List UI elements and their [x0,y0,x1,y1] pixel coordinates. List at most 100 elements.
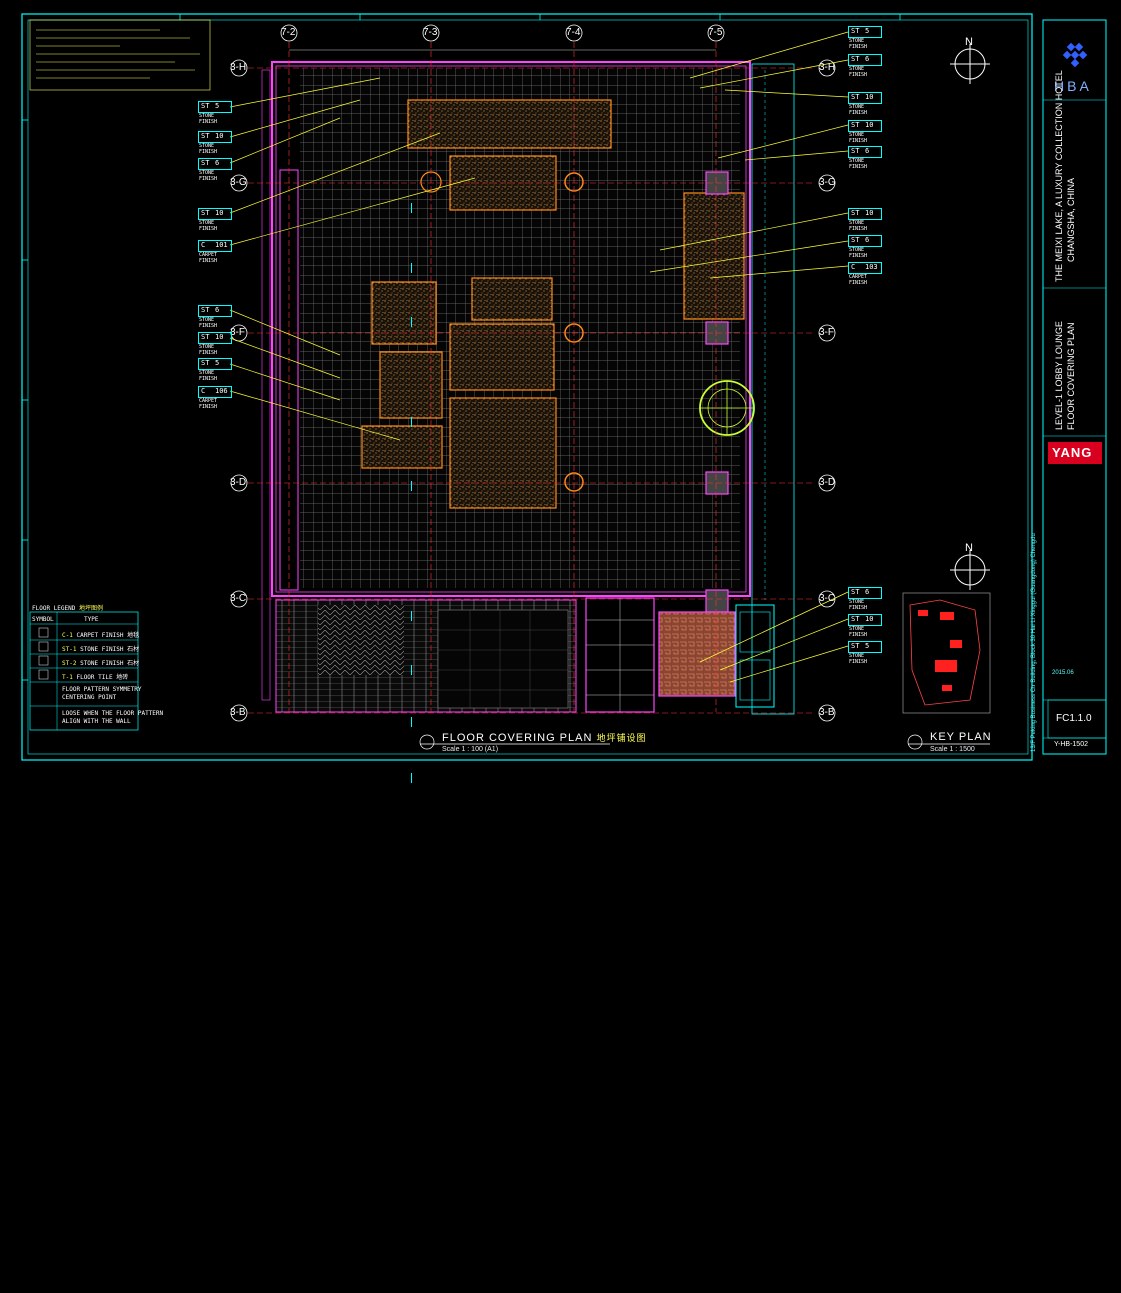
tag-label: STONE FINISH [849,66,868,78]
north-label: N [965,36,973,48]
tag-number: 6 [865,147,870,155]
grid-label-3-C-right: 3-C [819,593,836,604]
company-name: YANG [1052,445,1093,460]
legend-row-4: T-1 FLOOR TILE 地砖 [62,674,129,681]
tag-label: CARPET FINISH [849,274,868,286]
tag-label: STONE FINISH [199,113,218,125]
grid-label-3-B-right: 3-B [819,707,835,718]
grid-label-7-3: 7-3 [423,27,438,38]
grid-label-3-F: 3-F [230,327,245,338]
grid-label-7-2: 7-2 [281,27,296,38]
grid-label-3-B: 3-B [230,707,246,718]
tag-number: 103 [865,263,878,271]
material-tag: ST 10 STONE FINISH [848,120,882,144]
drawing-canvas [21,13,1107,761]
key-plan-title: KEY PLAN [930,731,992,743]
brown-pattern-area [658,611,736,697]
material-tag: C 101 CARPET FINISH [198,240,412,491]
tag-code: ST [851,147,860,155]
legend-header: FLOOR LEGEND 地坪图例 [32,605,103,612]
grid-label-3-D-right: 3-D [819,477,836,488]
material-tag: ST 6 STONE FINISH [198,158,412,327]
tag-code: ST [201,102,210,110]
tag-code: ST [851,121,860,129]
material-tag: ST 10 STONE FINISH [198,131,412,273]
address-note: 13/F Peking Business Ctr Building, Block… [1031,533,1037,752]
material-tag: ST 5 STONE FINISH [198,101,412,213]
tag-number: 106 [215,387,228,395]
material-tag: ST 6 STONE FINISH [198,305,412,621]
drawing-title: FLOOR COVERING PLAN 地坪铺设图 [442,732,647,744]
grid-label-3-C: 3-C [230,593,247,604]
sheet-number: FC1.1.0 [1056,713,1092,724]
legend-row-1: C-1 CARPET FINISH 地毯 [62,632,140,639]
tag-number: 10 [865,93,874,101]
tag-code: ST [851,588,860,596]
tag-code: ST [851,55,860,63]
legend-row-2: ST-1 STONE FINISH 石材 [62,646,140,653]
material-tag: ST 10 STONE FINISH [198,332,412,675]
tag-number: 6 [865,55,870,63]
tag-number: 10 [215,132,224,140]
tag-number: 10 [865,615,874,623]
tag-label: STONE FINISH [849,104,868,116]
general-notes-box [29,19,211,91]
grid-label-3-F-right: 3-F [819,327,834,338]
tag-code: ST [851,642,860,650]
round-feature [699,380,755,436]
tag-label: STONE FINISH [849,158,868,170]
grid-label-3-H-right: 3-H [819,62,836,73]
tag-code: ST [851,236,860,244]
tag-number: 6 [215,306,220,314]
tag-code: ST [851,93,860,101]
tag-number: 6 [215,159,220,167]
material-tag: C 103 CARPET FINISH [848,262,882,286]
grid-label-3-D: 3-D [230,477,247,488]
drawing-scale: Scale 1 : 100 (A1) [442,746,499,753]
material-tag: ST 10 STONE FINISH [848,614,882,638]
tag-label: STONE FINISH [849,599,868,611]
tag-number: 101 [215,241,228,249]
legend-col-symbol: SYMBOL [32,616,54,623]
north-label-2: N [965,542,973,554]
tag-number: 6 [865,588,870,596]
material-tag: ST 5 STONE FINISH [198,358,412,727]
tag-label: STONE FINISH [849,38,868,50]
tag-code: ST [201,159,210,167]
material-tag: ST 6 STONE FINISH [848,235,882,259]
grid-label-7-5: 7-5 [708,27,723,38]
key-plan-scale: Scale 1 : 1500 [930,746,975,753]
material-tag: ST 5 STONE FINISH [848,641,882,665]
key-plan [902,592,991,714]
material-tag: ST 10 STONE FINISH [198,208,412,427]
tag-number: 5 [865,27,870,35]
material-tag: ST 6 STONE FINISH [848,54,882,78]
legend-note-4: ALIGN WITH THE WALL [62,718,131,725]
legend-row-3: ST-2 STONE FINISH 石材 [62,660,140,667]
tag-code: ST [201,359,210,367]
hba-logo-mark [1062,42,1088,68]
material-tag: C 106 CARPET FINISH [198,386,412,783]
tag-label: STONE FINISH [199,317,218,329]
tag-number: 10 [215,209,224,217]
legend-col-type: TYPE [84,616,99,623]
tag-label: STONE FINISH [849,653,868,665]
material-tag: ST 10 STONE FINISH [848,92,882,116]
material-tag: ST 10 STONE FINISH [848,208,882,232]
tag-label: CARPET FINISH [199,252,218,264]
legend-note-2: CENTERING POINT [62,694,117,701]
tag-number: 5 [215,359,220,367]
tag-code: ST [851,27,860,35]
project-name-line1: THE MEIXI LAKE, A LUXURY COLLECTION HOTE… [1054,70,1064,282]
tag-label: STONE FINISH [199,370,218,382]
right-corridor [751,63,795,715]
tag-number: 10 [865,121,874,129]
tag-code: C [851,263,856,271]
tag-label: STONE FINISH [199,344,218,356]
tag-code: ST [201,306,210,314]
tag-label: STONE FINISH [849,247,868,259]
tag-code: C [201,241,206,249]
tag-code: ST [851,209,860,217]
grid-label-3-H: 3-H [230,62,247,73]
tag-number: 5 [215,102,220,110]
